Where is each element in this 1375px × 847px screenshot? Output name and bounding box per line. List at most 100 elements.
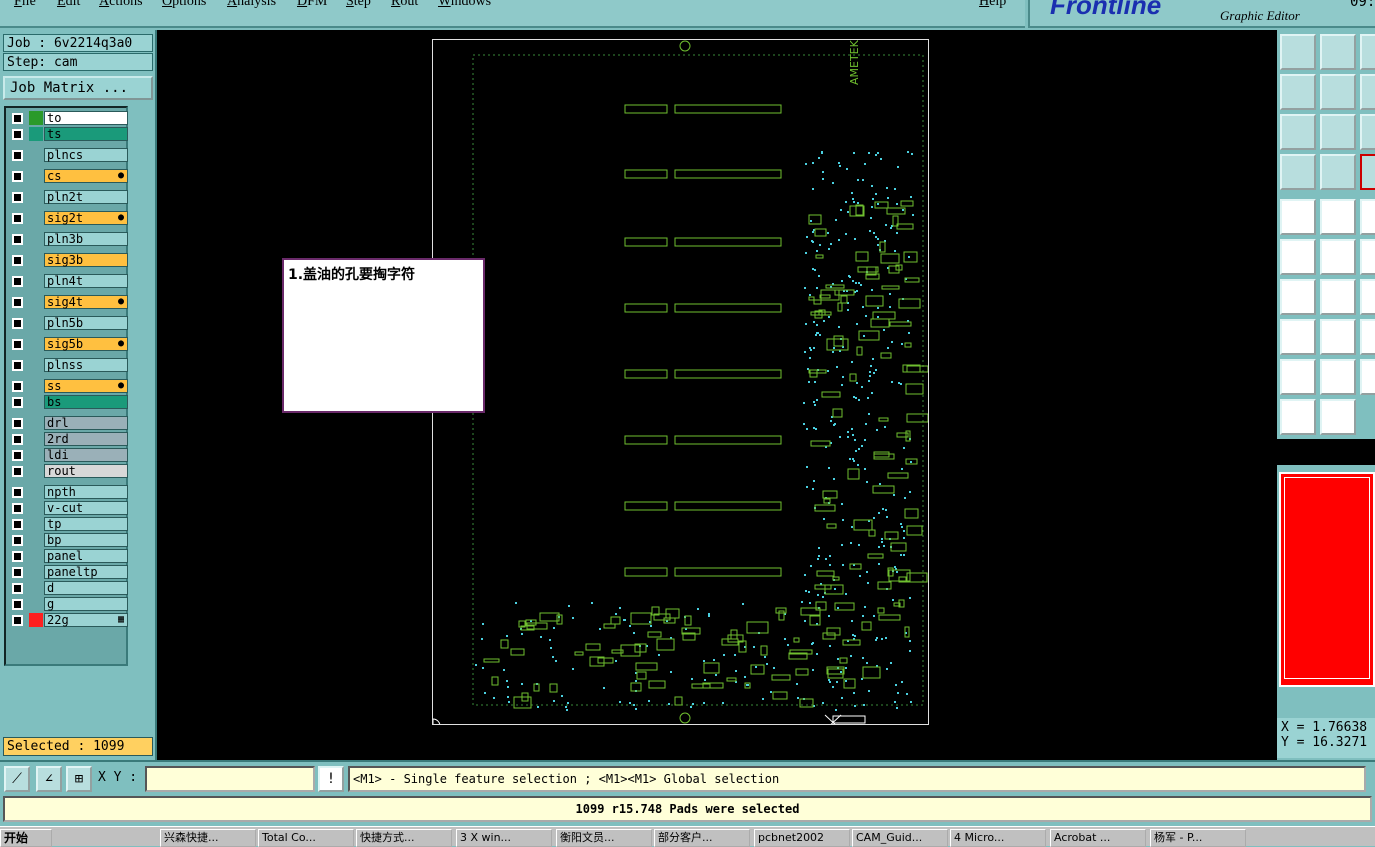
layer-checkbox[interactable] bbox=[12, 519, 23, 530]
select-box-icon[interactable] bbox=[1280, 199, 1316, 235]
layer-name[interactable]: to bbox=[44, 111, 128, 125]
layer-row-sig2t[interactable]: sig2t ● bbox=[9, 211, 128, 225]
left-arrow-icon[interactable] bbox=[1360, 34, 1375, 70]
menu-analysis[interactable]: Analysis bbox=[227, 0, 276, 10]
layer-checkbox[interactable] bbox=[12, 129, 23, 140]
layer-checkbox[interactable] bbox=[12, 466, 23, 477]
snap-red-icon[interactable] bbox=[1320, 154, 1356, 190]
layer-checkbox[interactable] bbox=[12, 551, 23, 562]
layer-row-ts[interactable]: ts bbox=[9, 127, 128, 141]
number-icon[interactable] bbox=[1320, 114, 1356, 150]
menu-dfm[interactable]: DFM bbox=[297, 0, 327, 10]
layer-checkbox[interactable] bbox=[12, 276, 23, 287]
feature-add-icon[interactable] bbox=[1360, 279, 1375, 315]
connect-nodes-icon[interactable] bbox=[1360, 199, 1375, 235]
select-point-icon[interactable] bbox=[1360, 154, 1375, 190]
xy-input[interactable] bbox=[145, 766, 315, 792]
layer-checkbox[interactable] bbox=[12, 192, 23, 203]
menu-file[interactable]: File bbox=[14, 0, 36, 10]
layer-row-plncs[interactable]: plncs bbox=[9, 148, 128, 162]
layer-row-22g[interactable]: 22g ▦ bbox=[9, 613, 128, 627]
circle-tool-icon[interactable] bbox=[1320, 239, 1356, 275]
triangle-alt-icon[interactable] bbox=[1280, 359, 1316, 395]
layer-name[interactable]: pln3b bbox=[44, 232, 128, 246]
zoom-fit-icon[interactable] bbox=[1360, 74, 1375, 110]
zoom-center-icon[interactable] bbox=[1280, 114, 1316, 150]
measure-icon[interactable] bbox=[1360, 114, 1375, 150]
layer-row-sig5b[interactable]: sig5b ● bbox=[9, 337, 128, 351]
layer-checkbox[interactable] bbox=[12, 567, 23, 578]
snap-icon[interactable]: ⟋ bbox=[4, 766, 30, 792]
layer-checkbox[interactable] bbox=[12, 234, 23, 245]
layer-name[interactable]: plnss bbox=[44, 358, 128, 372]
layer-row-npth[interactable]: npth bbox=[9, 485, 128, 499]
layer-row-v-cut[interactable]: v-cut bbox=[9, 501, 128, 515]
triangle-tool-icon[interactable] bbox=[1360, 319, 1375, 355]
layer-row-d[interactable]: d bbox=[9, 581, 128, 595]
delete-icon[interactable] bbox=[1280, 239, 1316, 275]
layer-row-g[interactable]: g bbox=[9, 597, 128, 611]
layer-row-pln2t[interactable]: pln2t bbox=[9, 190, 128, 204]
layer-row-sig4t[interactable]: sig4t ● bbox=[9, 295, 128, 309]
layer-name[interactable]: tp bbox=[44, 517, 128, 531]
layer-name[interactable]: ts bbox=[44, 127, 128, 141]
taskbar-item[interactable]: 衡阳文员... bbox=[556, 829, 652, 847]
taskbar-item[interactable]: 兴森快捷... bbox=[160, 829, 256, 847]
triangle-more-icon[interactable] bbox=[1320, 359, 1356, 395]
layer-name[interactable]: npth bbox=[44, 485, 128, 499]
layer-row-to[interactable]: to bbox=[9, 111, 128, 125]
menu-options[interactable]: Options bbox=[162, 0, 206, 10]
menu-rout[interactable]: Rout bbox=[391, 0, 418, 10]
menu-help[interactable]: Help bbox=[979, 0, 1006, 10]
menu-edit[interactable]: Edit bbox=[57, 0, 80, 10]
layer-row-sig3b[interactable]: sig3b bbox=[9, 253, 128, 267]
taskbar-item[interactable]: 部分客户... bbox=[654, 829, 750, 847]
layer-checkbox[interactable] bbox=[12, 583, 23, 594]
cut-more-icon[interactable] bbox=[1320, 319, 1356, 355]
layer-name[interactable]: drl bbox=[44, 416, 128, 430]
layer-checkbox[interactable] bbox=[12, 535, 23, 546]
grid-toggle-icon[interactable] bbox=[1280, 154, 1316, 190]
menu-step[interactable]: Step bbox=[346, 0, 371, 10]
layer-name[interactable]: v-cut bbox=[44, 501, 128, 515]
layer-checkbox[interactable] bbox=[12, 487, 23, 498]
layer-row-pln3b[interactable]: pln3b bbox=[9, 232, 128, 246]
layer-row-tp[interactable]: tp bbox=[9, 517, 128, 531]
page-up-icon[interactable] bbox=[1280, 34, 1316, 70]
layer-name[interactable]: 2rd bbox=[44, 432, 128, 446]
select-more-icon[interactable] bbox=[1320, 199, 1356, 235]
layer-name[interactable]: g bbox=[44, 597, 128, 611]
job-matrix-button[interactable]: Job Matrix ... bbox=[3, 76, 153, 100]
layer-checkbox[interactable] bbox=[12, 150, 23, 161]
layer-checkbox[interactable] bbox=[12, 113, 23, 124]
taskbar-item[interactable]: 3 X win... bbox=[456, 829, 552, 847]
layer-checkbox[interactable] bbox=[12, 450, 23, 461]
grid-icon[interactable]: ⊞ bbox=[66, 766, 92, 792]
layer-checkbox[interactable] bbox=[12, 318, 23, 329]
layer-checkbox[interactable] bbox=[12, 297, 23, 308]
layer-name[interactable]: cs ● bbox=[44, 169, 128, 183]
layer-name[interactable]: ldi bbox=[44, 448, 128, 462]
layer-checkbox[interactable] bbox=[12, 615, 23, 626]
cut-line-icon[interactable] bbox=[1280, 319, 1316, 355]
angle-icon[interactable]: ∠ bbox=[36, 766, 62, 792]
layer-row-2rd[interactable]: 2rd bbox=[9, 432, 128, 446]
layer-name[interactable]: pln5b bbox=[44, 316, 128, 330]
layer-row-ldi[interactable]: ldi bbox=[9, 448, 128, 462]
layer-name[interactable]: rout bbox=[44, 464, 128, 478]
layer-name[interactable]: pln4t bbox=[44, 274, 128, 288]
taskbar-item[interactable]: CAM_Guid... bbox=[852, 829, 948, 847]
layer-name[interactable]: d bbox=[44, 581, 128, 595]
menu-actions[interactable]: Actions bbox=[99, 0, 143, 10]
layer-row-pln5b[interactable]: pln5b bbox=[9, 316, 128, 330]
layer-row-panel[interactable]: panel bbox=[9, 549, 128, 563]
layer-row-ss[interactable]: ss ● bbox=[9, 379, 128, 393]
view-preview[interactable] bbox=[1279, 472, 1375, 687]
layer-row-plnss[interactable]: plnss bbox=[9, 358, 128, 372]
pointer-more-icon[interactable] bbox=[1320, 399, 1356, 435]
layer-name[interactable]: bs bbox=[44, 395, 128, 409]
line-red-icon[interactable] bbox=[1360, 239, 1375, 275]
layer-checkbox[interactable] bbox=[12, 255, 23, 266]
layer-row-cs[interactable]: cs ● bbox=[9, 169, 128, 183]
layer-checkbox[interactable] bbox=[12, 360, 23, 371]
